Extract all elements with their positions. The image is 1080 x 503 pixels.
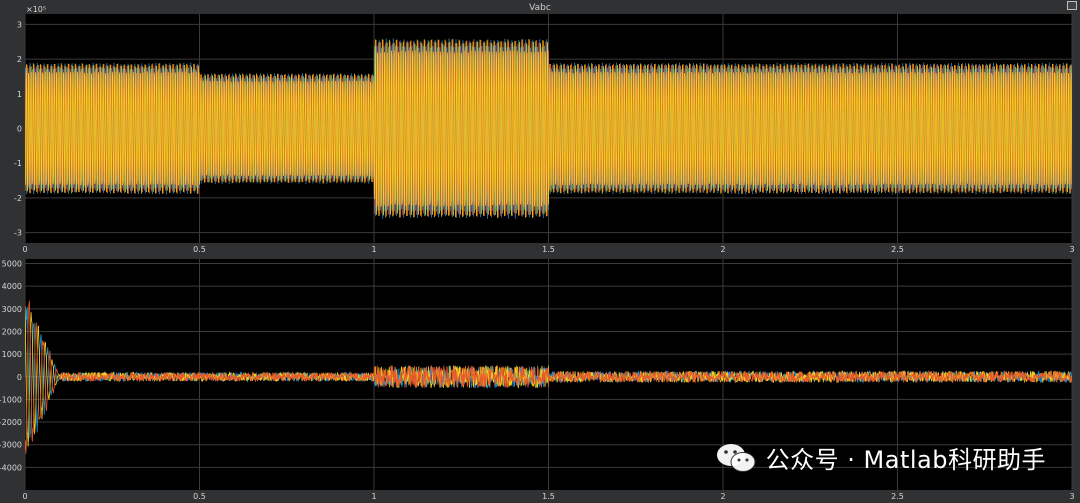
watermark: 公众号 · Matlab科研助手 bbox=[714, 440, 1046, 475]
y-tick-label: 0 bbox=[17, 373, 22, 382]
y-tick-label: -3000 bbox=[0, 441, 22, 450]
x-tick-label: 1.5 bbox=[542, 245, 555, 254]
x-tick-label: 2 bbox=[720, 245, 725, 254]
x-tick-label: 0 bbox=[22, 492, 27, 501]
x-tick-label: 3 bbox=[1069, 492, 1074, 501]
y-tick-label: 5000 bbox=[2, 260, 22, 269]
x-tick-label: 1 bbox=[371, 245, 376, 254]
y-tick-label: 1000 bbox=[2, 350, 22, 359]
x-tick-label: 0.5 bbox=[193, 245, 206, 254]
y-tick-label: 3 bbox=[17, 20, 22, 29]
x-tick-label: 0.5 bbox=[193, 492, 206, 501]
y-tick-label: 3000 bbox=[2, 305, 22, 314]
x-tick-label: 1 bbox=[371, 492, 376, 501]
y-tick-label: -1 bbox=[14, 159, 22, 168]
y-tick-label: -4000 bbox=[0, 463, 22, 472]
y-exponent-label: ×10⁵ bbox=[26, 5, 46, 14]
x-tick-label: 2 bbox=[720, 492, 725, 501]
y-tick-label: -3 bbox=[14, 229, 22, 238]
watermark-text: 公众号 · Matlab科研助手 bbox=[765, 446, 1046, 474]
x-tick-label: 3 bbox=[1069, 245, 1074, 254]
y-tick-label: 4000 bbox=[2, 282, 22, 291]
wechat-icon bbox=[716, 443, 756, 472]
top-plot: 0 0.5 1 1.5 2 2.5 3 3 2 1 0 -1 -2 -3 ×10⁵ bbox=[14, 5, 1075, 254]
figure-title: Vabc bbox=[529, 3, 551, 13]
y-tick-label: 2 bbox=[17, 55, 22, 64]
y-tick-label: 2000 bbox=[2, 327, 22, 336]
y-tick-label: -2000 bbox=[0, 418, 22, 427]
scope-figure: Vabc 0 0.5 1 1.5 2 2.5 3 3 2 1 0 -1 -2 -3 ×10⁵ 0 0.5 1 1.… bbox=[0, 0, 1080, 503]
y-tick-label: 1 bbox=[17, 90, 22, 99]
x-tick-label: 0 bbox=[22, 245, 27, 254]
x-tick-label: 2.5 bbox=[891, 492, 904, 501]
y-tick-label: 0 bbox=[17, 125, 22, 134]
restore-axes-button[interactable] bbox=[1067, 1, 1077, 10]
x-tick-label: 1.5 bbox=[542, 492, 555, 501]
y-tick-label: -2 bbox=[14, 194, 22, 203]
y-tick-label: -1000 bbox=[0, 395, 22, 404]
x-tick-label: 2.5 bbox=[891, 245, 904, 254]
